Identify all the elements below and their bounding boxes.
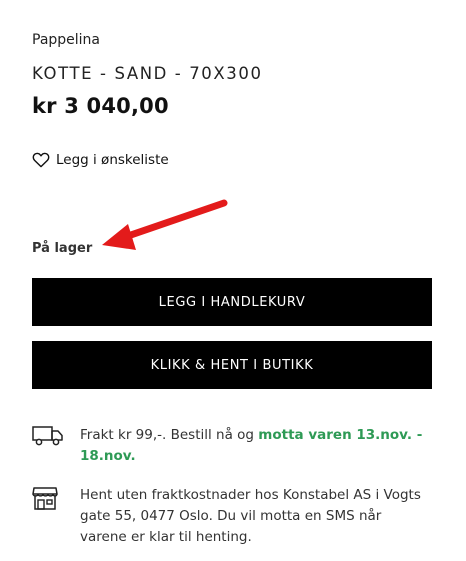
heart-outline-icon — [32, 152, 50, 168]
stock-status: På lager — [32, 241, 93, 256]
click-and-collect-button[interactable]: KLIKK & HENT I BUTIKK — [32, 341, 432, 389]
pickup-info: Hent uten fraktkostnader hos Konstabel A… — [32, 485, 432, 548]
shipping-info: Frakt kr 99,-. Bestill nå og motta varen… — [32, 425, 432, 467]
shipping-text: Frakt kr 99,-. Bestill nå og — [80, 427, 259, 443]
product-price: kr 3 040,00 — [32, 94, 169, 118]
pickup-text: Hent uten fraktkostnader hos Konstabel A… — [80, 487, 421, 545]
add-to-cart-button[interactable]: LEGG I HANDLEKURV — [32, 278, 432, 326]
add-to-wishlist-link[interactable]: Legg i ønskeliste — [32, 152, 169, 168]
wishlist-label: Legg i ønskeliste — [56, 152, 169, 168]
store-icon — [32, 485, 80, 515]
truck-icon — [32, 425, 80, 451]
brand-name[interactable]: Pappelina — [32, 32, 100, 48]
product-title: KOTTE - SAND - 70X300 — [32, 64, 263, 83]
